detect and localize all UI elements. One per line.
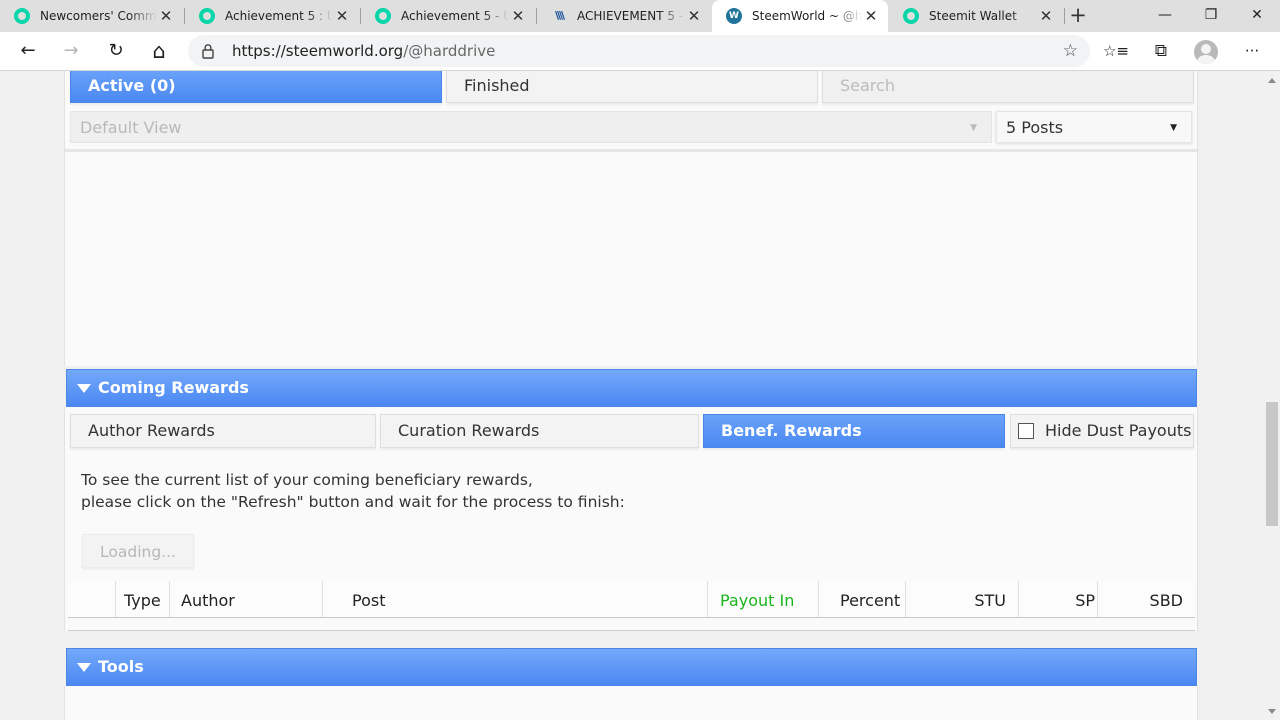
scroll-down-arrow-icon[interactable] xyxy=(1268,709,1276,714)
rewards-table-header: Type Author Post Payout In Percent STU S… xyxy=(68,581,1195,618)
tab-title: Newcomers' Commu xyxy=(40,9,157,23)
browser-tab-active[interactable]: SteemWorld ~ @har ✕ xyxy=(712,0,888,32)
column-header-author[interactable]: Author xyxy=(173,581,323,617)
url-path: /@harddrive xyxy=(403,42,496,60)
url-host: https://steemworld.org xyxy=(232,42,404,60)
search-posts-button[interactable]: Search xyxy=(822,71,1194,103)
tools-header[interactable]: Tools xyxy=(66,648,1197,686)
favorites-icon[interactable]: ☆≡ xyxy=(1101,36,1131,66)
column-header-post[interactable]: Post xyxy=(326,581,708,617)
chevron-down-icon: ▼ xyxy=(970,123,977,133)
back-icon[interactable]: ← xyxy=(13,36,43,66)
more-menu-icon[interactable]: ··· xyxy=(1237,36,1267,66)
page-viewport: Active (0) Finished Search Default View … xyxy=(0,71,1264,720)
browser-tab[interactable]: Achievement 5 - Und ✕ xyxy=(361,0,535,32)
close-tab-icon[interactable]: ✕ xyxy=(862,7,880,25)
close-tab-icon[interactable]: ✕ xyxy=(1037,7,1055,25)
tab-active-posts[interactable]: Active (0) xyxy=(70,71,442,103)
refresh-icon[interactable]: ↻ xyxy=(101,36,131,66)
steemit-icon xyxy=(375,8,391,24)
browser-tab[interactable]: Steemit Wallet ✕ xyxy=(889,0,1063,32)
column-header-type[interactable]: Type xyxy=(116,581,170,617)
tab-title: Achievement 5 : Und xyxy=(225,9,333,23)
tab-author-rewards[interactable]: Author Rewards xyxy=(70,414,376,448)
table-bottom-border xyxy=(68,630,1195,631)
wordpress-icon xyxy=(726,8,742,24)
column-header-sp[interactable]: SP xyxy=(1022,581,1098,617)
browser-window: Newcomers' Commu ✕ Achievement 5 : Und ✕… xyxy=(0,0,1280,720)
close-tab-icon[interactable]: ✕ xyxy=(157,7,175,25)
lock-icon xyxy=(202,44,214,59)
tab-title: Steemit Wallet xyxy=(929,9,1017,23)
collapse-triangle-icon xyxy=(77,663,91,672)
collapse-triangle-icon xyxy=(77,384,91,393)
chevron-down-icon: ▼ xyxy=(1170,123,1177,133)
section-title: Coming Rewards xyxy=(98,378,249,397)
collections-icon[interactable]: ⧉ xyxy=(1146,36,1176,66)
section-title: Tools xyxy=(98,657,144,676)
hide-dust-toggle[interactable]: Hide Dust Payouts xyxy=(1010,414,1194,448)
tab-title: ACHIEVEMENT 5 - TA xyxy=(577,9,685,23)
steemit-icon xyxy=(199,8,215,24)
browser-tab[interactable]: Achievement 5 : Und ✕ xyxy=(185,0,359,32)
column-header-blank xyxy=(68,581,116,617)
table-header-underline xyxy=(68,617,1195,618)
address-bar[interactable]: https://steemworld.org/@harddrive ☆ xyxy=(188,35,1090,67)
steemit-icon xyxy=(903,8,919,24)
hide-dust-label: Hide Dust Payouts xyxy=(1045,421,1192,440)
tab-title: SteemWorld ~ @har xyxy=(752,9,862,23)
tools-panel xyxy=(64,686,1198,720)
close-tab-icon[interactable]: ✕ xyxy=(685,7,703,25)
forward-icon[interactable]: → xyxy=(56,36,86,66)
tab-strip: Newcomers' Commu ✕ Achievement 5 : Und ✕… xyxy=(0,0,1280,32)
scrollbar-thumb[interactable] xyxy=(1266,402,1278,526)
post-count-value: 5 Posts xyxy=(1006,118,1064,137)
browser-toolbar: ← → ↻ ⌂ https://steemworld.org/@harddriv… xyxy=(0,32,1280,71)
tab-finished-posts[interactable]: Finished xyxy=(446,71,818,103)
steemit-icon xyxy=(14,8,30,24)
minimize-button[interactable]: — xyxy=(1142,0,1188,32)
close-window-button[interactable]: ✕ xyxy=(1234,0,1280,32)
scroll-up-arrow-icon[interactable] xyxy=(1268,78,1276,83)
profile-avatar[interactable] xyxy=(1194,40,1218,64)
tab-beneficiary-rewards[interactable]: Benef. Rewards xyxy=(703,414,1005,448)
column-header-sbd[interactable]: SBD xyxy=(1101,581,1183,617)
browser-tab[interactable]: Newcomers' Commu ✕ xyxy=(0,0,183,32)
close-tab-icon[interactable]: ✕ xyxy=(333,7,351,25)
url-text[interactable]: https://steemworld.org/@harddrive xyxy=(232,35,495,67)
rewards-hint-line-2: please click on the "Refresh" button and… xyxy=(81,493,625,511)
restore-button[interactable]: ❐ xyxy=(1188,0,1234,32)
close-tab-icon[interactable]: ✕ xyxy=(509,7,527,25)
tab-title: Achievement 5 - Und xyxy=(401,9,509,23)
tab-divider xyxy=(1064,8,1065,24)
favorite-star-icon[interactable]: ☆ xyxy=(1063,35,1078,67)
panel-divider xyxy=(65,149,1197,152)
column-header-payout-in[interactable]: Payout In xyxy=(711,581,819,617)
new-tab-button[interactable]: + xyxy=(1066,4,1090,28)
hide-dust-checkbox[interactable] xyxy=(1018,423,1034,439)
page-scrollbar[interactable] xyxy=(1264,71,1280,720)
steem-icon: \\\\ xyxy=(554,9,565,22)
column-header-percent[interactable]: Percent xyxy=(822,581,906,617)
refresh-loading-button[interactable]: Loading... xyxy=(82,534,194,568)
post-count-select[interactable]: 5 Posts ▼ xyxy=(996,111,1192,143)
view-select-value: Default View xyxy=(80,118,182,137)
home-icon[interactable]: ⌂ xyxy=(144,36,174,66)
rewards-hint-line-1: To see the current list of your coming b… xyxy=(81,471,533,489)
column-header-stu[interactable]: STU xyxy=(909,581,1019,617)
view-select[interactable]: Default View ▼ xyxy=(70,111,992,143)
coming-rewards-header[interactable]: Coming Rewards xyxy=(66,369,1197,407)
tab-curation-rewards[interactable]: Curation Rewards xyxy=(380,414,699,448)
browser-tab[interactable]: \\\\ ACHIEVEMENT 5 - TA ✕ xyxy=(537,0,711,32)
